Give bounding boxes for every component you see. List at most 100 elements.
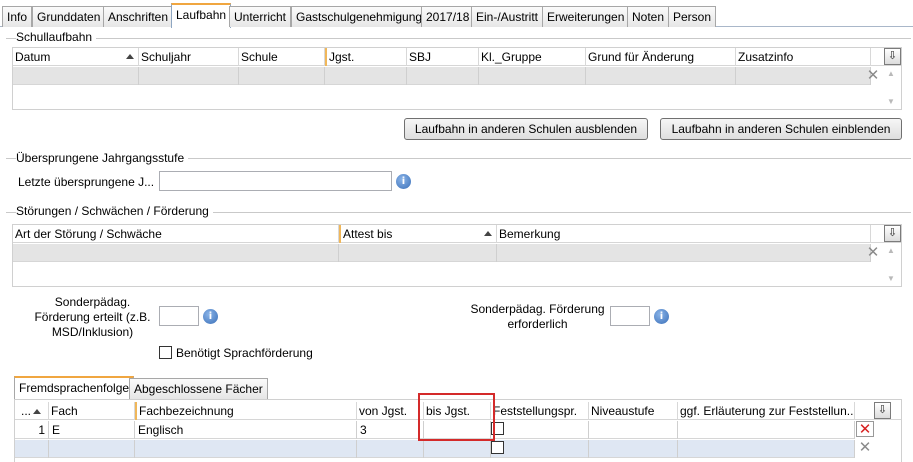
tab-label: Ein-/Austritt: [476, 10, 539, 24]
show-other-schools-button[interactable]: Laufbahn in anderen Schulen einblenden: [660, 118, 902, 140]
tab-fremdsprachenfolge[interactable]: Fremdsprachenfolge: [14, 376, 135, 399]
scroll-down-icon[interactable]: ▼: [885, 97, 897, 107]
sort-ascending-icon: [484, 231, 492, 236]
stoerungen-caption: Störungen / Schwächen / Förderung: [16, 204, 213, 218]
tab-label: 2017/18: [426, 10, 470, 24]
column-header-feststellungspr[interactable]: Feststellungspr.: [491, 402, 589, 420]
column-header-von-jgst[interactable]: von Jgst.: [357, 402, 424, 420]
tab-anschriften[interactable]: Anschriften: [103, 6, 174, 27]
tab-label: Fremdsprachenfolge: [19, 381, 130, 395]
tab-info[interactable]: Info: [2, 6, 33, 27]
tab-unterricht[interactable]: Unterricht: [229, 6, 292, 27]
column-header-schuljahr[interactable]: Schuljahr: [139, 48, 239, 66]
uebersprungen-input[interactable]: [159, 171, 392, 191]
tab-gastschulgenehmigung[interactable]: Gastschulgenehmigung: [291, 6, 428, 27]
column-header-fachbezeichnung[interactable]: Fachbezeichnung: [135, 402, 357, 420]
column-label: Zusatzinfo: [738, 50, 794, 64]
info-icon[interactable]: i: [203, 309, 218, 324]
feststellungspr-checkbox-new[interactable]: [491, 441, 504, 454]
tab-label: Info: [7, 10, 28, 24]
cell-nr: 1: [19, 421, 49, 439]
cell-erlaeuterung[interactable]: [678, 421, 855, 439]
hide-other-schools-button[interactable]: Laufbahn in anderen Schulen ausblenden: [404, 118, 648, 140]
column-header-nr[interactable]: ...: [19, 402, 49, 420]
delete-row-icon[interactable]: ✕: [864, 244, 882, 260]
scroll-up-icon[interactable]: ▲: [885, 69, 897, 79]
grid-header: Art der Störung / Schwäche Attest bis Be…: [13, 225, 901, 243]
cell-fachbezeichnung[interactable]: Englisch: [135, 421, 357, 439]
tab-grunddaten[interactable]: Grunddaten: [32, 6, 106, 27]
column-header-jgst[interactable]: Jgst.: [325, 48, 407, 66]
sort-ascending-icon: [33, 409, 42, 415]
grid-header: Datum Schuljahr Schule Jgst. SBJ Kl._Gru…: [13, 48, 901, 66]
foerderung-erteilt-input[interactable]: [159, 306, 199, 326]
info-icon[interactable]: i: [396, 174, 411, 189]
column-label: Niveaustufe: [591, 404, 655, 418]
tab-label: Abgeschlossene Fächer: [134, 382, 263, 396]
cell: [589, 440, 678, 458]
cell-von-jgst[interactable]: 3: [357, 421, 424, 439]
sprachfoerderung-label: Benötigt Sprachförderung: [176, 346, 313, 360]
tab-label: Anschriften: [108, 10, 169, 24]
info-icon[interactable]: i: [654, 309, 669, 324]
table-row[interactable]: [13, 67, 871, 85]
uebersprungen-caption: Übersprungene Jahrgangsstufe: [16, 151, 189, 165]
column-label: Datum: [15, 50, 51, 64]
column-chooser-icon[interactable]: ⇩: [874, 402, 891, 419]
column-header-art[interactable]: Art der Störung / Schwäche: [13, 225, 339, 243]
cell: [13, 67, 139, 85]
tab-label: Person: [673, 10, 712, 24]
column-label: Feststellungspr.: [493, 404, 578, 418]
foerderung-erforderlich-label: Sonderpädag. Förderung erforderlich: [470, 302, 605, 331]
tab-person[interactable]: Person: [668, 6, 717, 27]
tab-schuljahr[interactable]: 2017/18: [421, 6, 475, 27]
column-header-grund[interactable]: Grund für Änderung: [586, 48, 736, 66]
cell-fach[interactable]: E: [49, 421, 135, 439]
column-label: Grund für Änderung: [588, 50, 695, 64]
column-chooser-icon[interactable]: ⇩: [884, 225, 901, 242]
cell: [239, 67, 325, 85]
column-header-bemerkung[interactable]: Bemerkung: [497, 225, 871, 243]
delete-row-icon[interactable]: ✕: [856, 439, 874, 455]
cell: [357, 440, 424, 458]
tab-laufbahn[interactable]: Laufbahn: [171, 3, 232, 28]
delete-row-icon[interactable]: ✕: [856, 421, 874, 437]
tab-erweiterungen[interactable]: Erweiterungen: [542, 6, 630, 27]
cell: [424, 440, 491, 458]
highlight-box: [418, 393, 495, 441]
tab-ein-austritt[interactable]: Ein-/Austritt: [471, 6, 544, 27]
tab-abgeschlossene-faecher[interactable]: Abgeschlossene Fächer: [129, 378, 268, 399]
column-label: Attest bis: [343, 227, 393, 241]
column-header-niveaustufe[interactable]: Niveaustufe: [589, 402, 678, 420]
tab-noten[interactable]: Noten: [627, 6, 670, 27]
schullaufbahn-grid: Datum Schuljahr Schule Jgst. SBJ Kl._Gru…: [12, 47, 902, 110]
foerderung-erforderlich-input[interactable]: [610, 306, 650, 326]
column-label: Art der Störung / Schwäche: [15, 227, 162, 241]
column-header-schule[interactable]: Schule: [239, 48, 325, 66]
cell: [736, 67, 871, 85]
tab-label: Laufbahn: [176, 8, 227, 22]
sprachfoerderung-checkbox[interactable]: [159, 346, 172, 359]
cell: [479, 67, 586, 85]
new-table-row[interactable]: [15, 440, 855, 458]
column-header-datum[interactable]: Datum: [13, 48, 139, 66]
scroll-up-icon[interactable]: ▲: [885, 246, 897, 256]
cell-feststellungspr[interactable]: [491, 421, 589, 439]
delete-row-icon[interactable]: ✕: [864, 67, 882, 83]
scroll-down-icon[interactable]: ▼: [885, 274, 897, 284]
column-label: von Jgst.: [359, 404, 408, 418]
column-header-attest-bis[interactable]: Attest bis: [339, 225, 497, 243]
cell: [139, 67, 239, 85]
column-label: Schuljahr: [141, 50, 192, 64]
tab-label: Unterricht: [234, 10, 287, 24]
column-header-sbj[interactable]: SBJ: [407, 48, 479, 66]
column-header-erlaeuterung[interactable]: ggf. Erläuterung zur Feststellun...: [678, 402, 855, 420]
column-header-zusatzinfo[interactable]: Zusatzinfo: [736, 48, 871, 66]
cell-niveaustufe[interactable]: [589, 421, 678, 439]
column-chooser-icon[interactable]: ⇩: [884, 48, 901, 65]
table-row[interactable]: [13, 244, 871, 262]
column-header-fach[interactable]: Fach: [49, 402, 135, 420]
column-header-kl-gruppe[interactable]: Kl._Gruppe: [479, 48, 586, 66]
schullaufbahn-caption: Schullaufbahn: [16, 30, 97, 44]
cell: [491, 440, 589, 458]
